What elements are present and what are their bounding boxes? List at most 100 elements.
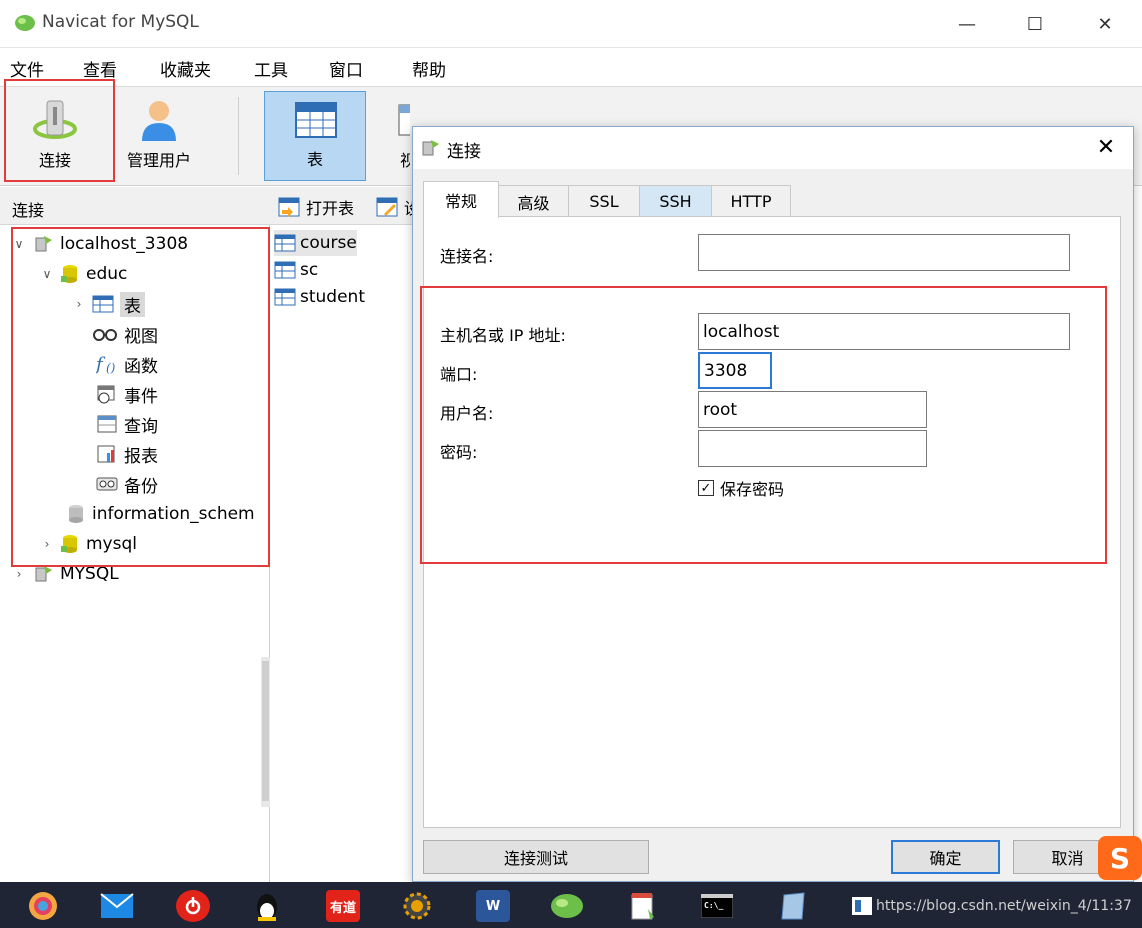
design-table-icon xyxy=(376,197,398,217)
connection-tree-pane: 连接 ∨ localhost_3308 ∨ educ › 表 视图 f() 函数… xyxy=(0,187,270,882)
tab-ssl[interactable]: SSL xyxy=(568,185,640,217)
menu-window[interactable]: 窗口 xyxy=(329,56,363,81)
maximize-button[interactable]: ☐ xyxy=(1012,6,1058,42)
tree-connection-mysql[interactable]: › MYSQL xyxy=(12,560,119,588)
table-item-sc[interactable]: sc xyxy=(274,257,318,283)
taskbar-app-icon[interactable] xyxy=(776,890,810,922)
save-password-checkbox[interactable]: ✓ 保存密码 xyxy=(698,476,784,500)
table-small-icon xyxy=(274,234,296,252)
tree-node-backups[interactable]: 备份 xyxy=(96,470,158,498)
chevron-right-icon[interactable]: › xyxy=(72,297,86,311)
pane-splitter-handle[interactable] xyxy=(261,657,270,807)
table-button[interactable]: 表 xyxy=(264,91,366,181)
tree-label: localhost_3308 xyxy=(60,234,189,254)
taskbar-word-icon[interactable]: W xyxy=(476,890,510,922)
tab-http[interactable]: HTTP xyxy=(711,185,791,217)
taskbar-qq-icon[interactable] xyxy=(250,890,284,922)
table-label: 表 xyxy=(306,150,323,169)
connection-small-icon xyxy=(35,236,52,252)
tree-label: 报表 xyxy=(124,446,158,467)
tree-label: 视图 xyxy=(124,326,158,347)
view-icon xyxy=(398,104,410,136)
mail-icon xyxy=(100,893,134,918)
tree-db-mysql[interactable]: › mysql xyxy=(40,530,137,558)
table-item-course[interactable]: course xyxy=(274,230,357,256)
taskbar-navicat-icon[interactable] xyxy=(550,890,584,922)
taskbar-mail-icon[interactable] xyxy=(100,890,134,922)
taskbar-netease-music-icon[interactable] xyxy=(176,890,210,922)
table-item-student[interactable]: student xyxy=(274,284,365,310)
minimize-button[interactable]: — xyxy=(944,6,990,42)
connection-small-icon xyxy=(35,566,52,582)
tab-ssh[interactable]: SSH xyxy=(639,185,712,217)
notebook-icon xyxy=(781,892,805,920)
password-label: 密码: xyxy=(440,443,478,462)
tree-label: educ xyxy=(86,264,128,284)
tab-general[interactable]: 常规 xyxy=(423,181,499,218)
checkbox-checked-icon[interactable]: ✓ xyxy=(698,480,714,496)
tree-node-reports[interactable]: 报表 xyxy=(96,440,158,468)
host-input[interactable] xyxy=(698,313,1070,350)
port-label: 端口: xyxy=(440,365,478,384)
tree-label: 事件 xyxy=(124,386,158,407)
chevron-down-icon[interactable]: ∨ xyxy=(40,267,54,281)
tree-db-educ[interactable]: ∨ educ xyxy=(40,260,128,288)
menu-file[interactable]: 文件 xyxy=(10,56,44,81)
tree-node-views[interactable]: 视图 xyxy=(92,320,158,348)
manage-users-button[interactable]: 管理用户 xyxy=(108,91,210,181)
port-input[interactable] xyxy=(698,352,772,389)
taskbar-cmd-icon[interactable]: C:\_ xyxy=(700,890,734,922)
chevron-right-icon[interactable]: › xyxy=(12,567,26,581)
menu-favorites[interactable]: 收藏夹 xyxy=(160,56,211,81)
connection-small-icon xyxy=(422,140,439,156)
connect-label: 连接 xyxy=(38,151,71,170)
table-icon xyxy=(295,102,337,138)
tree-connection-localhost[interactable]: ∨ localhost_3308 xyxy=(12,230,188,258)
menu-view[interactable]: 查看 xyxy=(83,56,117,81)
taskbar-browser-icon[interactable] xyxy=(26,890,60,922)
sogou-ime-icon[interactable]: S xyxy=(1098,836,1142,880)
tree-label: information_schem xyxy=(92,504,255,524)
connection-name-input[interactable] xyxy=(698,234,1070,271)
ok-button[interactable]: 确定 xyxy=(891,840,1000,874)
table-small-icon xyxy=(274,288,296,306)
tree-db-information-schema[interactable]: information_schem xyxy=(66,500,255,528)
password-input[interactable] xyxy=(698,430,927,467)
taskbar: 有道 W C:\_ https://blog.csdn.net/weixin_4… xyxy=(0,882,1142,928)
event-icon xyxy=(97,385,115,404)
connection-pane-header: 连接 xyxy=(0,187,270,225)
table-small-icon xyxy=(92,295,114,313)
dialog-title: 连接 xyxy=(447,142,481,162)
taskbar-notepad-icon[interactable] xyxy=(626,890,660,922)
system-tray-text: https://blog.csdn.net/weixin_4/11:37 xyxy=(876,898,1132,914)
chevron-right-icon[interactable]: › xyxy=(40,537,54,551)
tree-node-functions[interactable]: f() 函数 xyxy=(96,350,158,378)
view-label: 视 xyxy=(400,151,410,170)
music-icon xyxy=(185,897,201,915)
open-table-icon xyxy=(278,197,300,217)
open-table-button[interactable]: 打开表 xyxy=(278,195,354,219)
svg-text:C:\_: C:\_ xyxy=(704,901,723,910)
object-toolbar: 打开表 设 xyxy=(270,187,420,225)
username-input[interactable] xyxy=(698,391,927,428)
ime-indicator-icon[interactable] xyxy=(852,897,872,915)
host-label: 主机名或 IP 地址: xyxy=(440,326,566,345)
title-bar: Navicat for MySQL — ☐ ✕ xyxy=(0,0,1142,48)
test-connection-button[interactable]: 连接测试 xyxy=(423,840,649,874)
chevron-down-icon[interactable]: ∨ xyxy=(12,237,26,251)
tree-label: 查询 xyxy=(124,416,158,437)
view-button[interactable]: 视 xyxy=(370,91,410,181)
tab-advanced[interactable]: 高级 xyxy=(498,185,569,217)
taskbar-youdao-icon[interactable]: 有道 xyxy=(326,890,360,922)
tree-node-queries[interactable]: 查询 xyxy=(96,410,158,438)
close-button[interactable]: ✕ xyxy=(1082,6,1128,42)
menu-tools[interactable]: 工具 xyxy=(254,56,288,81)
tree-label: 备份 xyxy=(124,476,158,497)
manage-users-label: 管理用户 xyxy=(126,151,191,170)
dialog-close-button[interactable]: ✕ xyxy=(1091,133,1121,163)
tree-node-events[interactable]: 事件 xyxy=(96,380,158,408)
tree-node-tables[interactable]: › 表 xyxy=(72,290,145,318)
taskbar-jdk-icon[interactable] xyxy=(400,890,434,922)
connect-button[interactable]: 连接 xyxy=(4,91,106,181)
menu-help[interactable]: 帮助 xyxy=(412,56,446,81)
